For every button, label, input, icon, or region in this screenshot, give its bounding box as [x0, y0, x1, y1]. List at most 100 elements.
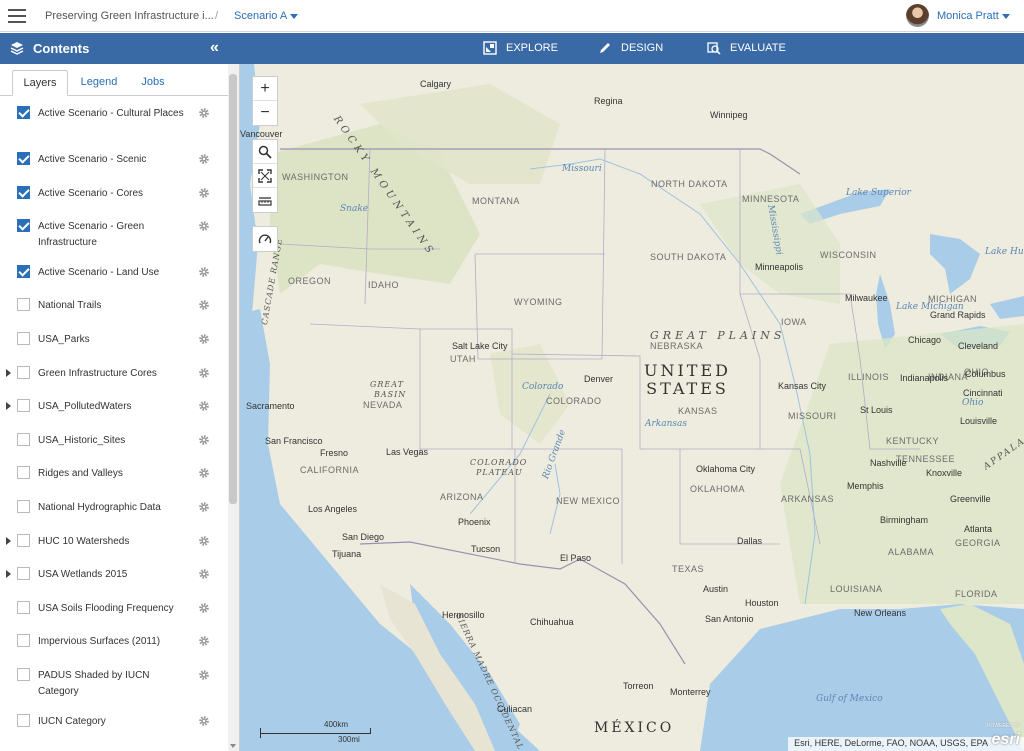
zoom-in-button[interactable]: +: [253, 77, 277, 101]
city-label: Regina: [594, 96, 623, 106]
gear-icon[interactable]: [198, 715, 210, 727]
layer-item[interactable]: USA Wetlands 2015: [0, 567, 228, 597]
layer-visibility-checkbox[interactable]: [17, 668, 30, 681]
layer-item[interactable]: Ridges and Valleys: [0, 466, 228, 496]
expand-arrow-icon[interactable]: [6, 402, 11, 410]
gear-icon[interactable]: [198, 669, 210, 681]
layer-visibility-checkbox[interactable]: [17, 634, 30, 647]
layer-item[interactable]: Active Scenario - Scenic: [0, 152, 228, 182]
city-label: Dallas: [737, 536, 763, 546]
gear-icon[interactable]: [198, 434, 210, 446]
layer-item[interactable]: Green Infrastructure Cores: [0, 366, 228, 396]
layer-visibility-checkbox[interactable]: [17, 433, 30, 446]
dashboard-button[interactable]: [253, 227, 277, 251]
layer-visibility-checkbox[interactable]: [17, 106, 30, 119]
design-label: DESIGN: [621, 42, 664, 54]
layer-visibility-checkbox[interactable]: [17, 500, 30, 513]
zoom-out-button[interactable]: −: [253, 101, 277, 125]
layer-item[interactable]: USA_Parks: [0, 332, 228, 362]
avatar[interactable]: [906, 4, 929, 27]
layer-visibility-checkbox[interactable]: [17, 219, 30, 232]
layer-visibility-checkbox[interactable]: [17, 332, 30, 345]
gear-icon[interactable]: [198, 299, 210, 311]
layer-item[interactable]: National Trails: [0, 298, 228, 328]
sidebar-scrollbar[interactable]: [228, 64, 239, 751]
gear-icon[interactable]: [198, 568, 210, 580]
tab-legend[interactable]: Legend: [72, 70, 126, 96]
city-label: Knoxville: [926, 468, 963, 478]
city-label: Fresno: [320, 448, 349, 458]
scroll-down-arrow-icon[interactable]: [230, 744, 236, 748]
design-button[interactable]: DESIGN: [598, 41, 663, 55]
layer-visibility-checkbox[interactable]: [17, 466, 30, 479]
gear-icon[interactable]: [198, 400, 210, 412]
layer-label: Active Scenario - Cultural Places: [38, 108, 184, 119]
collapse-panel-icon[interactable]: «: [210, 39, 219, 57]
state-label: ARIZONA: [440, 492, 484, 502]
hamburger-menu-icon[interactable]: [8, 9, 26, 23]
gear-icon[interactable]: [198, 107, 210, 119]
layer-item[interactable]: Active Scenario - Green Infrastructure: [0, 219, 228, 249]
scenario-dropdown[interactable]: Scenario A: [234, 10, 299, 22]
tab-jobs[interactable]: Jobs: [130, 70, 176, 96]
layer-item[interactable]: National Hydrographic Data: [0, 500, 228, 530]
state-label: MINNESOTA: [742, 194, 800, 204]
gear-icon[interactable]: [198, 333, 210, 345]
gear-icon[interactable]: [198, 220, 210, 232]
layer-item[interactable]: HUC 10 Watersheds: [0, 534, 228, 564]
water-label: Missouri: [562, 164, 602, 174]
layer-visibility-checkbox[interactable]: [17, 298, 30, 311]
measure-button[interactable]: [253, 188, 277, 212]
breadcrumb-separator: /: [215, 10, 219, 22]
gear-icon[interactable]: [198, 367, 210, 379]
expand-arrow-icon[interactable]: [6, 570, 11, 578]
layer-item[interactable]: Active Scenario - Land Use: [0, 265, 228, 295]
layer-item[interactable]: Impervious Surfaces (2011): [0, 634, 228, 664]
layer-visibility-checkbox[interactable]: [17, 601, 30, 614]
gear-icon[interactable]: [198, 635, 210, 647]
city-label: Nashville: [870, 458, 907, 468]
water-label: Arkansas: [645, 419, 688, 429]
layer-item[interactable]: Active Scenario - Cultural Places: [0, 106, 228, 136]
layer-visibility-checkbox[interactable]: [17, 567, 30, 580]
layer-item[interactable]: Active Scenario - Cores: [0, 186, 228, 216]
expand-arrow-icon[interactable]: [6, 537, 11, 545]
gear-icon[interactable]: [198, 535, 210, 547]
gear-icon[interactable]: [198, 602, 210, 614]
gear-icon[interactable]: [198, 187, 210, 199]
app-title[interactable]: Preserving Green Infrastructure i...: [45, 10, 214, 22]
layer-visibility-checkbox[interactable]: [17, 152, 30, 165]
expand-arrow-icon[interactable]: [6, 369, 11, 377]
map-view[interactable]: UNITED STATES MÉXICO GREAT PLAINS ROCKY M…: [240, 64, 1024, 751]
layer-visibility-checkbox[interactable]: [17, 366, 30, 379]
gear-icon[interactable]: [198, 501, 210, 513]
city-label: New Orleans: [854, 608, 907, 618]
layer-visibility-checkbox[interactable]: [17, 534, 30, 547]
user-menu[interactable]: Monica Pratt: [937, 10, 1010, 22]
state-label: IDAHO: [368, 280, 400, 290]
city-label: Monterrey: [670, 687, 711, 697]
layer-visibility-checkbox[interactable]: [17, 265, 30, 278]
city-label: Tijuana: [332, 549, 362, 559]
tab-layers[interactable]: Layers: [12, 70, 68, 96]
full-extent-button[interactable]: [253, 164, 277, 188]
explore-button[interactable]: EXPLORE: [483, 41, 558, 55]
layer-visibility-checkbox[interactable]: [17, 186, 30, 199]
state-label: GEORGIA: [955, 538, 1001, 548]
layer-item[interactable]: USA Soils Flooding Frequency: [0, 601, 228, 631]
gear-icon[interactable]: [198, 467, 210, 479]
city-label: Tucson: [471, 544, 501, 554]
layer-visibility-checkbox[interactable]: [17, 714, 30, 727]
evaluate-button[interactable]: EVALUATE: [707, 41, 786, 55]
map-attribution[interactable]: Esri, HERE, DeLorme, FAO, NOAA, USGS, EP…: [788, 737, 1024, 751]
layer-item[interactable]: IUCN Category: [0, 714, 228, 744]
layer-visibility-checkbox[interactable]: [17, 399, 30, 412]
scrollbar-thumb[interactable]: [229, 74, 237, 504]
layer-item[interactable]: USA_PollutedWaters: [0, 399, 228, 429]
layer-item[interactable]: PADUS Shaded by IUCN Category: [0, 668, 228, 698]
layer-item[interactable]: USA_Historic_Sites: [0, 433, 228, 463]
search-button[interactable]: [253, 140, 277, 164]
gear-icon[interactable]: [198, 266, 210, 278]
gear-icon[interactable]: [198, 153, 210, 165]
esri-logo[interactable]: esri: [992, 731, 1020, 749]
